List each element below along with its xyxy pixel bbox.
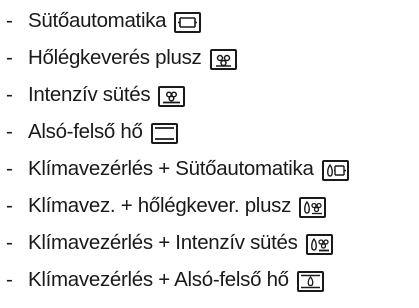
mode-label: Klímavez. + hőlégkever. plusz [28, 194, 292, 217]
climate-top-bottom-heat-icon [296, 270, 324, 292]
mode-label: Klímavezérlés + Alsó-felső hő [28, 268, 289, 291]
list-dash: - [6, 83, 13, 106]
list-dash: - [6, 268, 13, 291]
mode-label: Klímavezérlés + Sütőautomatika [28, 157, 314, 180]
list-dash: - [6, 194, 13, 217]
list-item: - Klímavezérlés + Alsó-felső hő [6, 265, 324, 295]
list-item: - Alsó-felső hő [6, 117, 178, 147]
intensive-bake-icon [158, 85, 186, 107]
list-item: - Klímavez. + hőlégkever. plusz [6, 191, 327, 221]
climate-intensive-bake-icon [305, 233, 333, 255]
mode-label: Klímavezérlés + Intenzív sütés [28, 231, 298, 254]
mode-label: Hőlégkeverés plusz [28, 46, 202, 69]
mode-label: Sütőautomatika [28, 9, 167, 32]
list-item: - Klímavezérlés + Intenzív sütés [6, 228, 333, 258]
list-dash: - [6, 9, 13, 32]
list-dash: - [6, 46, 13, 69]
list-dash: - [6, 231, 13, 254]
climate-bake-automatic-icon [321, 159, 349, 181]
list-dash: - [6, 157, 13, 180]
list-item: - Klímavezérlés + Sütőautomatika [6, 154, 349, 184]
mode-label: Alsó-felső hő [28, 120, 143, 143]
mode-label: Intenzív sütés [28, 83, 151, 106]
bake-automatic-icon [174, 11, 202, 33]
list-item: - Sütőautomatika [6, 6, 202, 36]
climate-hot-air-plus-icon [299, 196, 327, 218]
top-bottom-heat-icon [150, 122, 178, 144]
list-item: - Intenzív sütés [6, 80, 186, 110]
list-dash: - [6, 120, 13, 143]
hot-air-plus-icon [209, 48, 237, 70]
list-item: - Hőlégkeverés plusz [6, 43, 237, 73]
